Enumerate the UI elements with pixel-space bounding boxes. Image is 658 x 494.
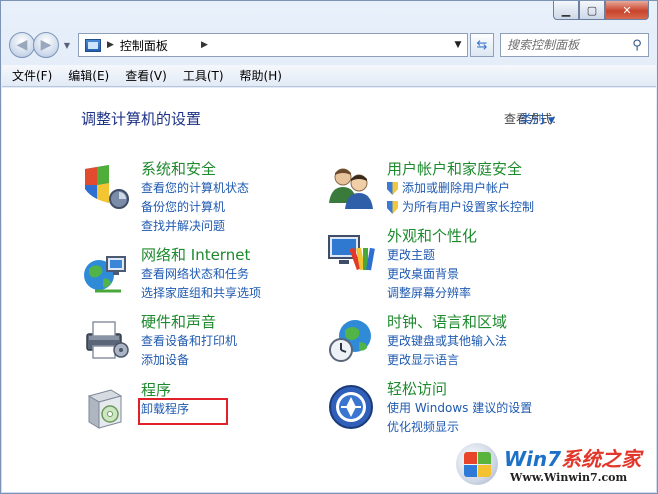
- uac-shield-icon: [387, 201, 398, 214]
- link-change-theme[interactable]: 更改主题: [387, 246, 607, 265]
- menu-bar: 文件(F) 编辑(E) 查看(V) 工具(T) 帮助(H): [2, 65, 656, 87]
- ease-of-access-icon[interactable]: [327, 383, 375, 431]
- refresh-button[interactable]: ⇆: [470, 33, 494, 57]
- maximize-button[interactable]: ▢: [579, 1, 605, 20]
- view-by-dropdown[interactable]: 类别 ▼: [520, 110, 555, 127]
- search-icon[interactable]: ⚲: [626, 38, 648, 53]
- link-screen-resolution[interactable]: 调整屏幕分辨率: [387, 284, 607, 303]
- navigation-bar: ◀ ▶ ▼ ▶ 控制面板 ▶ ▼ ⇆ ⚲: [9, 31, 649, 59]
- menu-help[interactable]: 帮助(H): [240, 67, 282, 84]
- menu-tools[interactable]: 工具(T): [183, 67, 224, 84]
- watermark: Win7系统之家 Www.Winwin7.com: [454, 437, 654, 491]
- window-frame: ▁ ▢ ✕ ◀ ▶ ▼ ▶ 控制面板 ▶ ▼ ⇆ ⚲ 文件(F) 编辑(E) 查…: [0, 0, 658, 494]
- breadcrumb-separator-icon[interactable]: ▶: [107, 40, 114, 50]
- category-body: 外观和个性化 更改主题 更改桌面背景 调整屏幕分辨率: [387, 226, 607, 303]
- shield-icon[interactable]: [81, 163, 129, 211]
- menu-view[interactable]: 查看(V): [125, 67, 167, 84]
- search-input[interactable]: [501, 35, 626, 55]
- page-title: 调整计算机的设置: [81, 110, 202, 128]
- link-text[interactable]: 为所有用户设置家长控制: [402, 198, 534, 217]
- forward-button[interactable]: ▶: [33, 32, 59, 58]
- watermark-url: Www.Winwin7.com: [510, 471, 628, 484]
- back-button[interactable]: ◀: [9, 32, 35, 58]
- recent-pages-dropdown[interactable]: ▼: [60, 41, 74, 50]
- watermark-brand-rest: 系统之家: [561, 447, 642, 471]
- breadcrumb-control-panel[interactable]: 控制面板: [120, 37, 449, 54]
- link-homegroup-sharing[interactable]: 选择家庭组和共享选项: [141, 284, 361, 303]
- users-icon[interactable]: [327, 163, 375, 211]
- watermark-brand-win: Win7: [504, 447, 562, 471]
- search-box[interactable]: ⚲: [500, 33, 649, 57]
- link-add-remove-accounts[interactable]: 添加或删除用户帐户: [387, 179, 607, 198]
- category-body: 用户帐户和家庭安全 添加或删除用户帐户 为所有用户设置家长控制: [387, 159, 607, 217]
- content-area: 调整计算机的设置 查看方式: 类别 ▼ 系统和安全 查看您的计算机状态 备份您的计…: [2, 88, 656, 492]
- link-change-input-method[interactable]: 更改键盘或其他输入法: [387, 332, 607, 351]
- chevron-down-icon[interactable]: ▼: [548, 116, 555, 126]
- category-title-ease-of-access[interactable]: 轻松访问: [387, 379, 607, 399]
- address-bar[interactable]: ▶ 控制面板 ▶ ▼: [78, 33, 468, 57]
- menu-edit[interactable]: 编辑(E): [68, 67, 109, 84]
- link-change-display-language[interactable]: 更改显示语言: [387, 351, 607, 370]
- category-title-appearance[interactable]: 外观和个性化: [387, 226, 607, 246]
- forward-arrow-icon: ▶: [40, 37, 52, 53]
- link-parental-controls[interactable]: 为所有用户设置家长控制: [387, 198, 607, 217]
- highlight-annotation: [138, 398, 228, 425]
- refresh-icon: ⇆: [476, 37, 488, 53]
- link-text[interactable]: 添加或删除用户帐户: [402, 179, 510, 198]
- control-panel-icon: [85, 38, 101, 52]
- clock-globe-icon[interactable]: [327, 316, 375, 364]
- link-optimize-display[interactable]: 优化视频显示: [387, 418, 607, 437]
- printer-icon[interactable]: [81, 316, 129, 364]
- windows-logo-icon: [456, 443, 498, 485]
- category-body: 时钟、语言和区域 更改键盘或其他输入法 更改显示语言: [387, 312, 607, 370]
- category-title-clock-language[interactable]: 时钟、语言和区域: [387, 312, 607, 332]
- minimize-button[interactable]: ▁: [553, 1, 579, 20]
- menu-file[interactable]: 文件(F): [12, 67, 52, 84]
- link-change-background[interactable]: 更改桌面背景: [387, 265, 607, 284]
- category-title-user-accounts[interactable]: 用户帐户和家庭安全: [387, 159, 607, 179]
- link-recommended-settings[interactable]: 使用 Windows 建议的设置: [387, 399, 607, 418]
- breadcrumb-separator-icon[interactable]: ▶: [201, 40, 208, 50]
- watermark-brand: Win7系统之家: [504, 443, 641, 472]
- appearance-monitor-icon[interactable]: [327, 230, 375, 278]
- network-globe-icon[interactable]: [81, 249, 129, 297]
- category-body: 轻松访问 使用 Windows 建议的设置 优化视频显示: [387, 379, 607, 437]
- address-dropdown-icon[interactable]: ▼: [449, 40, 467, 50]
- uac-shield-icon: [387, 182, 398, 195]
- back-arrow-icon: ◀: [16, 37, 28, 53]
- close-button[interactable]: ✕: [605, 1, 649, 20]
- programs-box-icon[interactable]: [81, 384, 129, 432]
- view-by-value[interactable]: 类别: [520, 112, 544, 126]
- caption-buttons: ▁ ▢ ✕: [553, 1, 649, 21]
